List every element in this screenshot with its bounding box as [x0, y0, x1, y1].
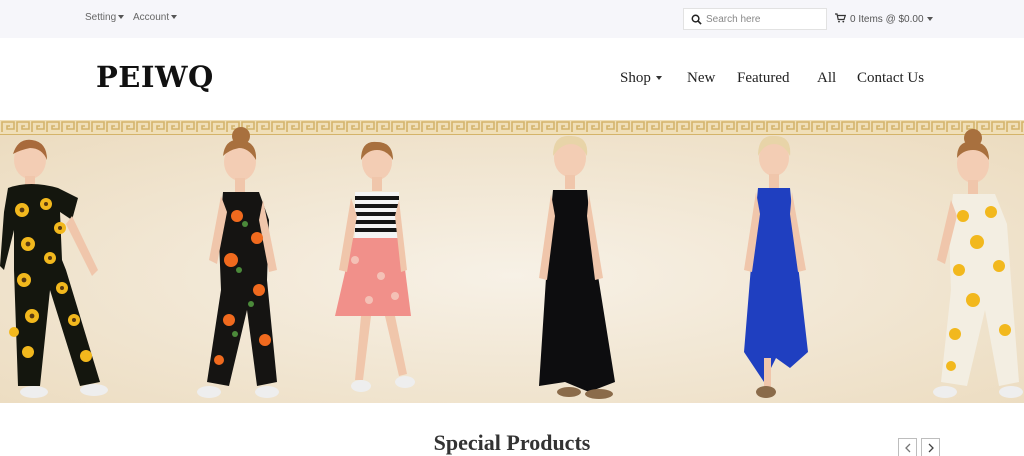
model-white-sunflower-jumpsuit — [933, 129, 1023, 398]
model-floral-jumpsuit — [197, 127, 279, 398]
caret-down-icon — [926, 17, 933, 21]
cart-dropdown[interactable]: 0 Items @ $0.00 — [835, 13, 933, 25]
model-striped-coral-dress — [335, 141, 415, 392]
setting-dropdown[interactable]: Setting — [85, 12, 125, 23]
cart-icon — [835, 13, 847, 23]
model-blue-dress — [744, 135, 808, 398]
nav-all[interactable]: All — [817, 70, 836, 87]
site-logo[interactable]: PEIWQ — [96, 60, 214, 94]
nav-featured[interactable]: Featured — [737, 70, 789, 87]
account-label: Account — [133, 12, 170, 23]
search-icon[interactable] — [691, 14, 702, 25]
cart-summary: 0 Items @ $0.00 — [850, 14, 924, 25]
model-black-dress — [539, 135, 615, 399]
caret-down-icon — [655, 76, 662, 80]
account-dropdown[interactable]: Account — [133, 12, 178, 23]
chevron-left-icon — [905, 443, 911, 453]
carousel-next-button[interactable] — [921, 438, 940, 456]
model-sunflower-jumpsuit — [0, 139, 108, 398]
nav-contact-us[interactable]: Contact Us — [857, 70, 924, 87]
carousel-prev-button[interactable] — [898, 438, 917, 456]
chevron-right-icon — [928, 443, 934, 453]
setting-label: Setting — [85, 12, 117, 23]
nav-new[interactable]: New — [687, 70, 715, 87]
search-box — [683, 8, 827, 30]
special-products-title: Special Products — [433, 430, 591, 455]
site-header: PEIWQ Shop New Featured All Contact Us — [0, 38, 1024, 120]
banner-image — [0, 120, 1024, 403]
nav-shop-label: Shop — [620, 70, 651, 86]
hero-banner[interactable] — [0, 120, 1024, 403]
caret-down-icon — [118, 15, 125, 19]
caret-down-icon — [171, 15, 178, 19]
top-bar: Setting Account 0 Items @ $0.00 — [0, 0, 1024, 38]
search-input[interactable] — [706, 11, 822, 27]
nav-shop[interactable]: Shop — [620, 70, 662, 87]
